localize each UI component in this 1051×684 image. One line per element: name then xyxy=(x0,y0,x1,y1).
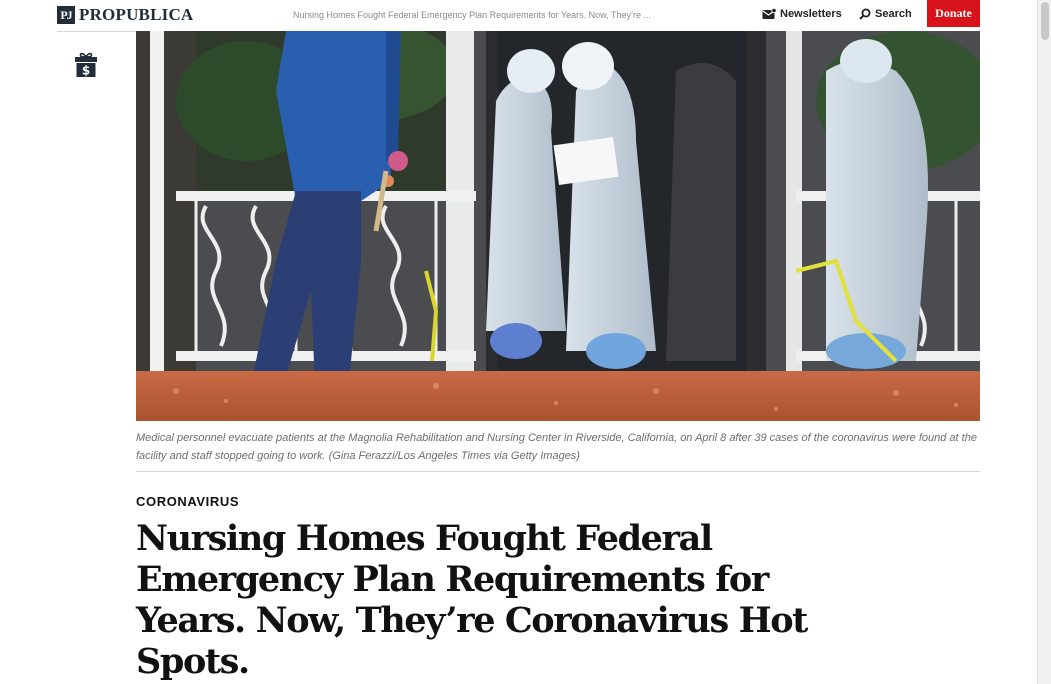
site-header: PJ PROPUBLICA Nursing Homes Fought Feder… xyxy=(57,0,980,32)
photo-caption: Medical personnel evacuate patients at t… xyxy=(136,432,977,462)
page-scrollbar[interactable] xyxy=(1037,0,1051,684)
svg-text:$: $ xyxy=(82,64,90,78)
newsletters-link[interactable]: Newsletters xyxy=(762,8,842,20)
caption-divider xyxy=(136,471,980,472)
header-headline-preview: Nursing Homes Fought Federal Emergency P… xyxy=(293,10,652,20)
gift-dollar-icon[interactable]: $ xyxy=(74,52,98,78)
logo-text: PROPUBLICA xyxy=(79,5,194,24)
search-label: Search xyxy=(875,8,912,20)
donate-button[interactable]: Donate xyxy=(927,0,980,27)
logo-mark: PJ xyxy=(57,6,75,24)
search-icon xyxy=(859,8,871,20)
propublica-logo[interactable]: PJ PROPUBLICA xyxy=(57,5,193,25)
search-link[interactable]: Search xyxy=(859,8,912,20)
envelope-icon xyxy=(762,8,776,19)
hero-photo xyxy=(136,31,980,421)
newsletters-label: Newsletters xyxy=(780,8,842,20)
article-kicker[interactable]: CORONAVIRUS xyxy=(136,494,239,509)
scrollbar-thumb[interactable] xyxy=(1041,2,1049,40)
article-headline: Nursing Homes Fought Federal Emergency P… xyxy=(136,518,808,682)
